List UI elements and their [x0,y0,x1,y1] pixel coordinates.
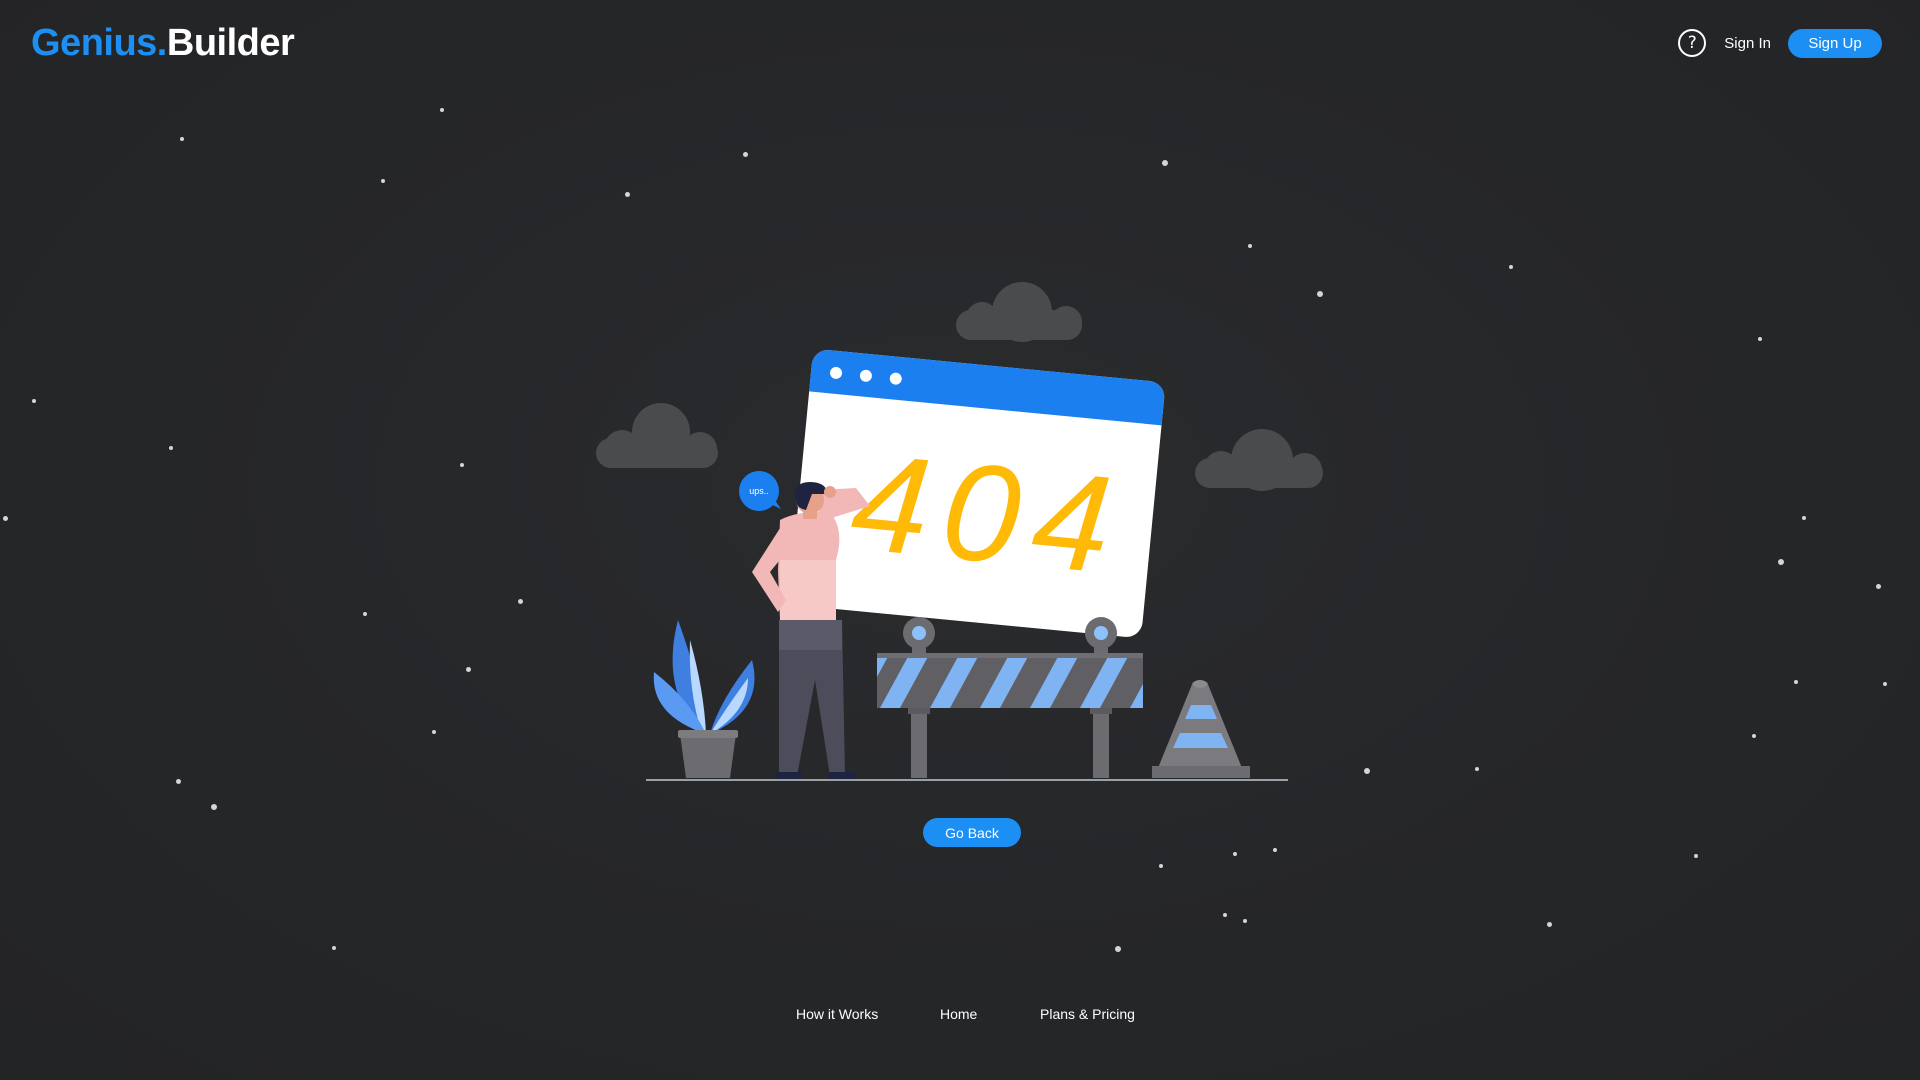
traffic-cone-icon [1152,680,1250,778]
plant-icon [653,620,755,778]
footer-link-how-it-works[interactable]: How it Works [796,1006,878,1022]
go-back-button[interactable]: Go Back [923,818,1021,847]
error-page: Genius.Builder ? Sign In Sign Up 404 ups… [0,0,1920,1080]
cloud-icon [956,282,1082,342]
footer-link-plans-pricing[interactable]: Plans & Pricing [1040,1006,1135,1022]
speech-bubble-text: ups.. [749,486,769,496]
cloud-icon [596,403,718,468]
speech-bubble-icon: ups.. [739,471,781,511]
cloud-icon [1195,429,1323,491]
footer-link-home[interactable]: Home [940,1006,977,1022]
error-code: 404 [845,424,1131,603]
error-404-illustration: 404 ups.. [596,282,1323,781]
barrier-icon [877,617,1143,778]
